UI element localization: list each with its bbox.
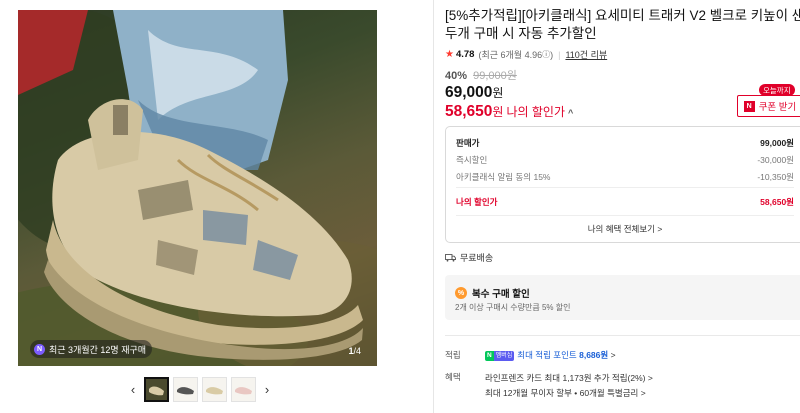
image-page-indicator: 1/4 xyxy=(348,346,361,356)
info-icon[interactable]: ⓘ xyxy=(542,49,550,60)
breakdown-value: 99,000원 xyxy=(760,138,794,148)
coupon-button[interactable]: N 쿠폰 받기 xyxy=(737,95,800,117)
section-divider xyxy=(445,335,800,336)
page-total: /4 xyxy=(353,346,361,356)
chevron-left-icon[interactable]: ‹ xyxy=(126,377,140,401)
product-title-line1: [5%추가적립][아키클래식] 요세미티 트래커 V2 벨크로 키높이 샌들 xyxy=(445,8,800,23)
max-point-link[interactable]: 최대 적립 포인트 8,686원 > xyxy=(517,350,615,360)
np-badge-n: N xyxy=(485,350,494,361)
breakdown-row-alarm: 아키클래식 알림 동의 15% -10,350원 xyxy=(456,171,794,183)
card-benefit-link[interactable]: 라인프렌즈 카드 최대 1,173원 추가 적립(2%) > xyxy=(485,371,653,386)
my-price-label: 나의 할인가 xyxy=(506,105,566,119)
installment-benefit-link[interactable]: 최대 12개월 무이자 할부 • 60개월 특별금리 > xyxy=(485,386,653,401)
price-breakdown-box: 판매가 99,000원 즉시할인 -30,000원 아키클래식 알림 동의 15… xyxy=(445,126,800,243)
multi-purchase-discount: % 복수 구매 할인 2개 이상 구매시 수량만큼 5% 할인 xyxy=(445,275,800,320)
point-row: 적립 N 멤버십 최대 적립 포인트 8,686원 > xyxy=(445,349,800,361)
rating-meta: (최근 6개월 4.96 xyxy=(478,50,543,60)
multi-purchase-title-text: 복수 구매 할인 xyxy=(472,289,530,300)
breakdown-value: 58,650원 xyxy=(760,197,794,207)
chevron-up-icon[interactable]: ^ xyxy=(568,108,573,118)
point-value[interactable]: N 멤버십 최대 적립 포인트 8,686원 > xyxy=(485,349,616,361)
breakdown-label: 판매가 xyxy=(456,138,480,148)
product-title-line2: 두개 구매 시 자동 추가할인 xyxy=(445,26,597,41)
breakdown-label: 아키클래식 알림 동의 15% xyxy=(456,172,551,182)
product-photo xyxy=(18,10,377,366)
rating-score: 4.78 xyxy=(455,49,475,60)
naver-plus-membership-badge: N 멤버십 xyxy=(485,350,515,361)
thumbnail-strip: ‹ › xyxy=(126,375,274,403)
benefit-label: 혜택 xyxy=(445,372,461,382)
sale-price: 69,000원 xyxy=(445,84,503,102)
breakdown-divider xyxy=(456,215,794,216)
breakdown-row-total: 나의 할인가 58,650원 xyxy=(456,196,794,208)
breakdown-row-instant: 즉시할인 -30,000원 xyxy=(456,154,794,166)
breakdown-value: -30,000원 xyxy=(757,155,794,165)
original-price: 99,000원 xyxy=(473,70,517,82)
free-shipping-label: 무료배송 xyxy=(460,253,494,263)
discount-rate: 40% xyxy=(445,70,468,82)
view-all-benefits-link[interactable]: 나의 혜택 전체보기 > xyxy=(446,223,800,235)
coupon-button-label: 쿠폰 받기 xyxy=(758,102,797,113)
my-price-unit: 원 xyxy=(492,105,504,119)
my-price-value: 58,650 xyxy=(445,103,493,120)
sale-price-unit: 원 xyxy=(492,86,504,100)
review-link[interactable]: 110건 리뷰 xyxy=(565,48,607,61)
thumbnail-2[interactable] xyxy=(173,376,198,402)
rating-meta-close: ) xyxy=(550,49,554,60)
point-text: 최대 적립 포인트 xyxy=(517,350,577,360)
chevron-right-icon: > xyxy=(610,350,616,360)
sale-price-value: 69,000 xyxy=(445,84,493,101)
point-amount: 8,686원 xyxy=(579,350,609,360)
breakdown-label: 나의 할인가 xyxy=(456,197,498,207)
point-label: 적립 xyxy=(445,350,461,360)
multi-purchase-title: % 복수 구매 할인 xyxy=(455,286,530,300)
multi-purchase-desc: 2개 이상 구매시 수량만큼 5% 할인 xyxy=(455,303,571,312)
thumbnail-4[interactable] xyxy=(231,376,256,402)
breakdown-row-sale: 판매가 99,000원 xyxy=(456,137,794,149)
breakdown-label: 즉시할인 xyxy=(456,155,488,165)
percent-icon: % xyxy=(455,287,467,299)
breakdown-divider xyxy=(456,187,794,188)
naver-n-icon: N xyxy=(743,100,755,112)
rebuy-icon: N xyxy=(34,343,45,355)
free-shipping: 무료배송 xyxy=(445,251,493,264)
star-icon: ★ xyxy=(445,49,454,60)
truck-icon xyxy=(445,253,456,262)
discount-row: 40% 99,000원 xyxy=(445,67,517,83)
chevron-right-icon[interactable]: › xyxy=(260,377,274,401)
benefit-row: 혜택 라인프렌즈 카드 최대 1,173원 추가 적립(2%) > 최대 12개… xyxy=(445,371,800,401)
benefit-values: 라인프렌즈 카드 최대 1,173원 추가 적립(2%) > 최대 12개월 무… xyxy=(485,371,653,401)
rebuy-text: 최근 3개월간 12명 재구매 xyxy=(49,344,147,355)
column-divider xyxy=(433,0,434,413)
thumbnail-1[interactable] xyxy=(144,376,169,402)
rating-row: ★ 4.78 (최근 6개월 4.96 ⓘ ) | 110건 리뷰 xyxy=(445,48,607,61)
thumbnail-3[interactable] xyxy=(202,376,227,402)
rebuy-badge: N 최근 3개월간 12명 재구매 xyxy=(30,340,153,358)
rating-separator: | xyxy=(558,49,561,60)
my-discount-price[interactable]: 58,650 원 나의 할인가 ^ xyxy=(445,103,573,121)
product-main-image[interactable]: N 최근 3개월간 12명 재구매 1/4 xyxy=(18,10,377,366)
np-badge-membership: 멤버십 xyxy=(493,350,515,361)
product-title: [5%추가적립][아키클래식] 요세미티 트래커 V2 벨크로 키높이 샌들 두… xyxy=(445,7,800,43)
breakdown-value: -10,350원 xyxy=(757,172,794,182)
